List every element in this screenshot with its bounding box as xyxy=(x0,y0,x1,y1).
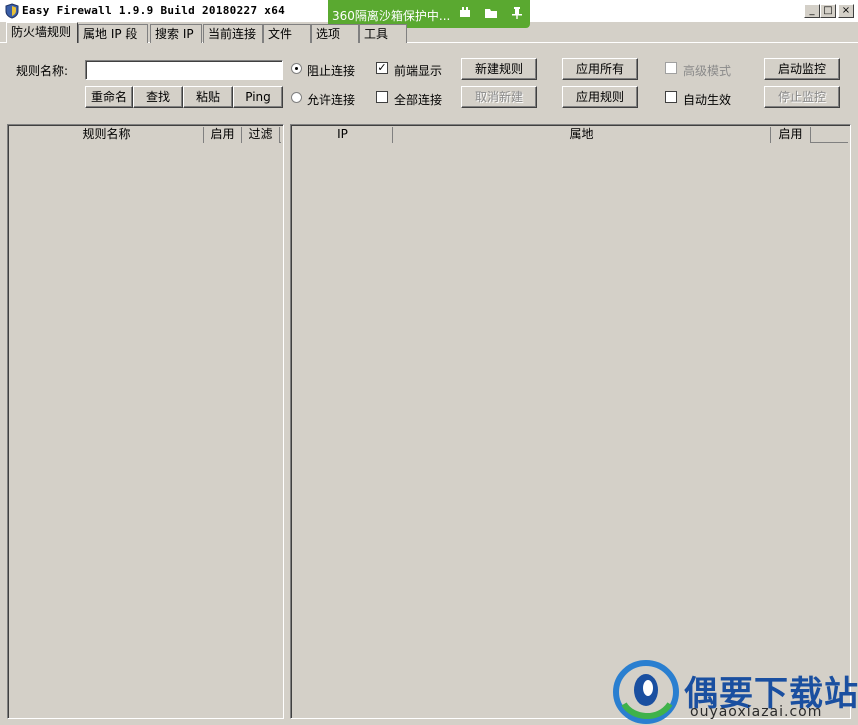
window-title: Easy Firewall 1.9.9 Build 20180227 x64 xyxy=(22,4,286,17)
tab-region-ip[interactable]: 属地 IP 段 xyxy=(78,24,148,43)
tab-firewall-rules[interactable]: 防火墙规则 xyxy=(6,22,78,43)
find-button[interactable]: 查找 xyxy=(133,86,183,108)
tab-tools[interactable]: 工具 xyxy=(359,24,407,43)
column-header-region[interactable]: 属地 xyxy=(393,127,771,143)
advanced-mode-checkbox[interactable] xyxy=(665,62,677,74)
block-connection-radio[interactable] xyxy=(291,63,302,74)
column-header-enabled[interactable]: 启用 xyxy=(204,127,242,143)
rules-list-panel[interactable]: 规则名称 启用 过滤 xyxy=(7,124,284,719)
tab-search-ip[interactable]: 搜索 IP xyxy=(150,24,202,43)
apply-rule-button[interactable]: 应用规则 xyxy=(562,86,638,108)
column-header-ip-enabled[interactable]: 启用 xyxy=(771,127,811,143)
close-button[interactable]: × xyxy=(838,4,854,18)
column-header-ip[interactable]: IP xyxy=(293,127,393,143)
ip-list-panel[interactable]: IP 属地 启用 xyxy=(290,124,851,719)
front-display-checkbox[interactable]: ✓ xyxy=(376,62,388,74)
cancel-new-button[interactable]: 取消新建 xyxy=(461,86,537,108)
start-monitor-button[interactable]: 启动监控 xyxy=(764,58,840,80)
all-connections-label: 全部连接 xyxy=(394,93,443,107)
column-header-rule-name[interactable]: 规则名称 xyxy=(10,127,204,143)
ip-list-header: IP 属地 启用 xyxy=(293,127,848,143)
column-header-filter[interactable]: 过滤 xyxy=(242,127,280,143)
maximize-button[interactable]: □ xyxy=(820,4,836,18)
block-connection-label: 阻止连接 xyxy=(307,64,356,78)
allow-connection-radio[interactable] xyxy=(291,92,302,103)
paste-button[interactable]: 粘贴 xyxy=(183,86,233,108)
watermark-url: ouyaoxiazai.com xyxy=(690,704,823,720)
tab-file[interactable]: 文件 xyxy=(263,24,311,43)
tab-options[interactable]: 选项 xyxy=(311,24,359,43)
app-shield-icon xyxy=(5,3,19,19)
new-rule-button[interactable]: 新建规则 xyxy=(461,58,537,80)
all-connections-checkbox[interactable] xyxy=(376,91,388,103)
front-display-label: 前端显示 xyxy=(394,64,443,78)
watermark-logo-icon xyxy=(613,660,679,724)
plugin-icon[interactable] xyxy=(454,6,476,22)
pin-icon[interactable] xyxy=(506,6,528,22)
sandbox-status-text: 360隔离沙箱保护中... xyxy=(332,9,451,23)
allow-connection-label: 允许连接 xyxy=(307,93,356,107)
advanced-mode-label: 高级模式 xyxy=(683,64,732,78)
auto-apply-label: 自动生效 xyxy=(683,93,732,107)
rules-list-header: 规则名称 启用 过滤 xyxy=(10,127,281,143)
ping-button[interactable]: Ping xyxy=(233,86,283,108)
tab-current-connections[interactable]: 当前连接 xyxy=(203,24,263,43)
apply-all-button[interactable]: 应用所有 xyxy=(562,58,638,80)
rule-name-input[interactable] xyxy=(85,60,283,80)
auto-apply-checkbox[interactable] xyxy=(665,91,677,103)
stop-monitor-button[interactable]: 停止监控 xyxy=(764,86,840,108)
folder-icon[interactable] xyxy=(480,6,502,22)
rule-name-label: 规则名称: xyxy=(16,64,69,78)
rename-button[interactable]: 重命名 xyxy=(85,86,133,108)
minimize-button[interactable]: _ xyxy=(804,4,820,18)
